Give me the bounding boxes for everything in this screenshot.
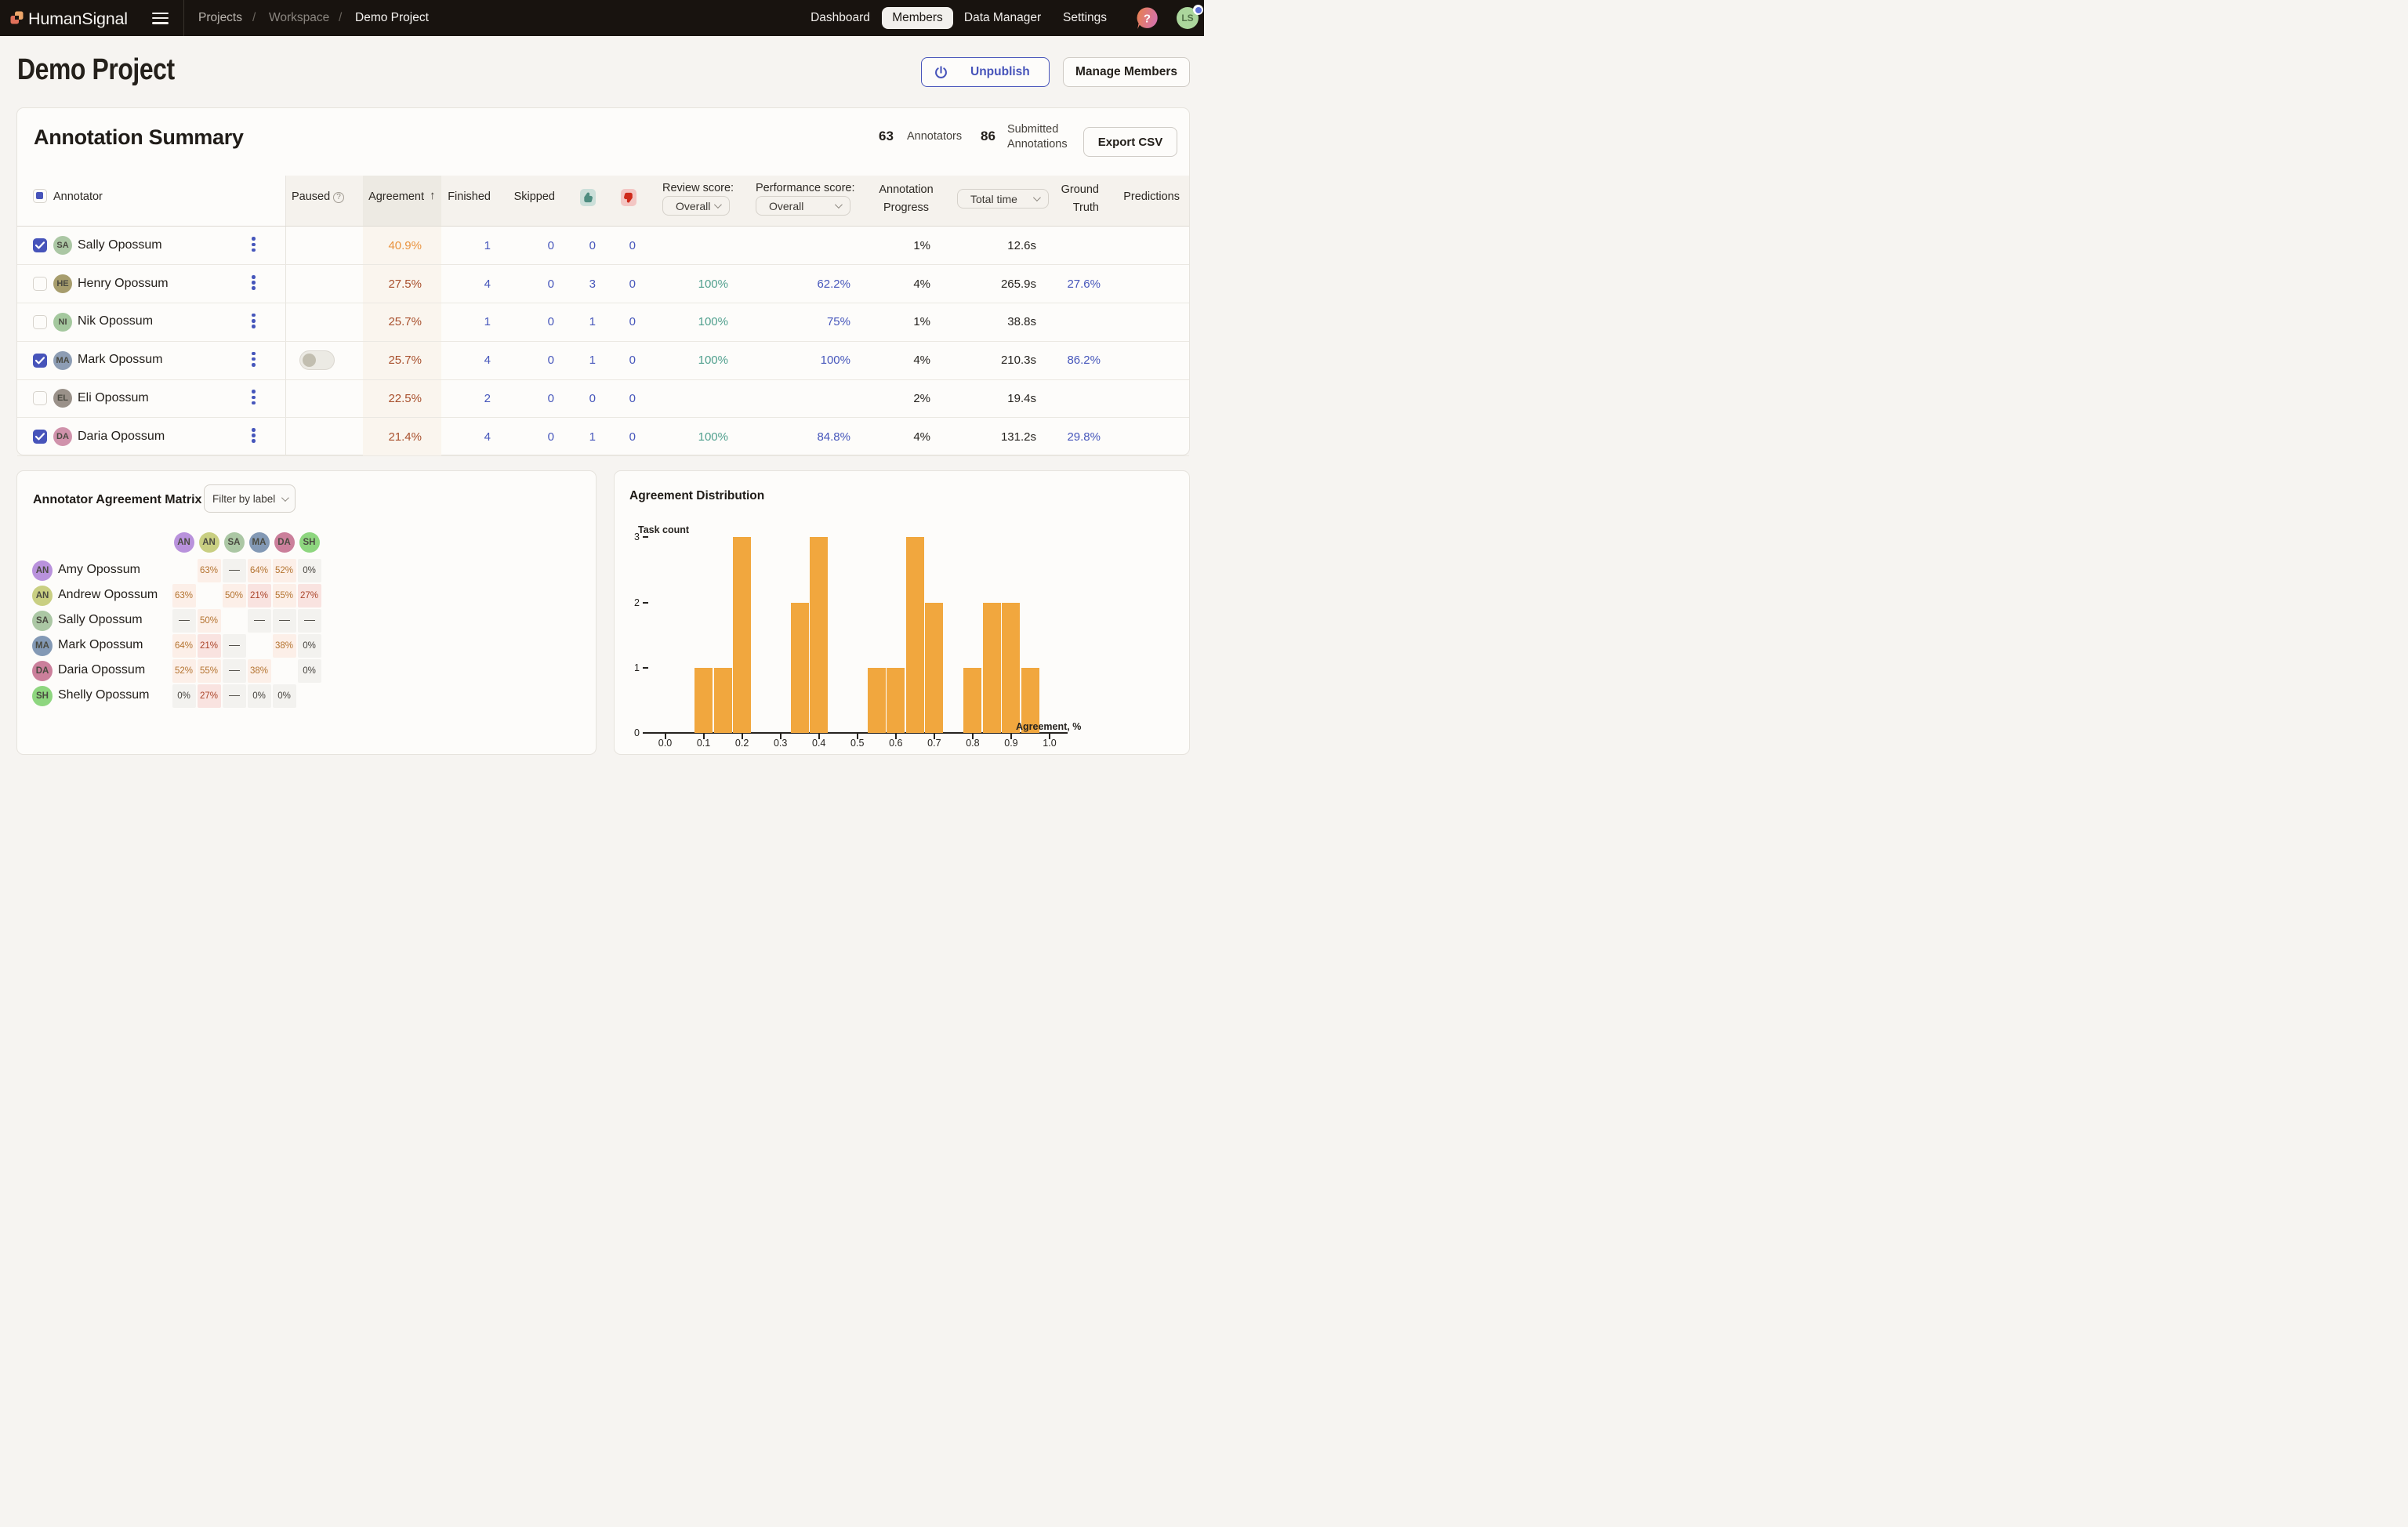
svg-text:?: ? (1144, 13, 1151, 26)
